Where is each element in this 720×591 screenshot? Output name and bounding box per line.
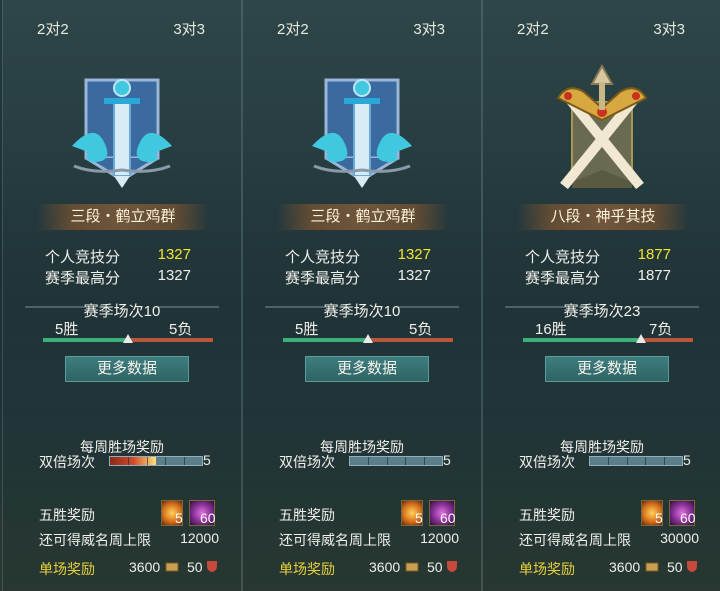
item2-count: 60: [200, 510, 216, 526]
item1-count: 5: [175, 510, 183, 526]
mode-tabs: 2对2 3对3: [483, 18, 720, 42]
double-count: 5: [203, 452, 211, 468]
tab-3v3[interactable]: 3对3: [173, 18, 205, 39]
tab-2v2[interactable]: 2对2: [277, 18, 309, 39]
single-reward-a: 3600: [609, 559, 641, 575]
personal-score-value: 1327: [397, 246, 431, 263]
season-matches: 赛季场次10: [323, 303, 401, 320]
losses-count: 5负: [169, 321, 193, 338]
blue-sword-banner-emblem-icon: [312, 78, 412, 188]
item1-count: 5: [415, 510, 423, 526]
season-high-value: 1877: [637, 267, 671, 284]
blue-sword-banner-emblem-icon: [72, 78, 172, 188]
double-progress-bar: [109, 456, 203, 466]
single-reward-b: 50: [667, 559, 683, 575]
fame-limit-value: 12000: [180, 530, 219, 546]
shield-icon: [687, 561, 697, 572]
fame-limit-label: 还可得威名周上限: [39, 532, 151, 548]
rank-name: 三段・鹤立鸡群: [277, 204, 449, 230]
win-portion: [43, 338, 128, 342]
double-matches-label: 双倍场次: [39, 454, 95, 470]
ratio-marker-icon: [123, 334, 133, 343]
rank-name: 八段・神乎其技: [517, 204, 689, 230]
double-progress-fill: [110, 457, 156, 465]
item2-count: 60: [680, 510, 696, 526]
five-win-reward-label: 五胜奖励: [519, 507, 575, 523]
single-reward-b: 50: [427, 559, 443, 575]
season-high-value: 1327: [157, 267, 191, 284]
item1-count: 5: [655, 510, 663, 526]
wins-count: 16胜: [535, 321, 567, 338]
tab-2v2[interactable]: 2对2: [517, 18, 549, 39]
tab-3v3[interactable]: 3对3: [413, 18, 445, 39]
arena-panel-3: 2对2 3对3 八段・神乎其技 个人竞技分 1877 赛季最高分 1877 赛季…: [482, 0, 720, 591]
five-win-reward-label: 五胜奖励: [279, 507, 335, 523]
arena-panel-1: 2对2 3对3 三段・鹤立鸡群 个人竞技分 1327 赛季最高分 1327 赛季…: [2, 0, 242, 591]
fame-limit-label: 还可得威名周上限: [519, 532, 631, 548]
personal-score-value: 1327: [157, 246, 191, 263]
golden-crossed-swords-emblem-icon: [556, 63, 648, 190]
more-data-button[interactable]: 更多数据: [545, 356, 669, 382]
ratio-marker-icon: [363, 334, 373, 343]
single-reward-a: 3600: [369, 559, 401, 575]
season-matches: 赛季场次23: [563, 303, 641, 320]
single-reward-label: 单场奖励: [39, 561, 95, 577]
season-matches: 赛季场次10: [83, 303, 161, 320]
losses-count: 5负: [409, 321, 433, 338]
double-progress-bar: [349, 456, 443, 466]
tab-3v3[interactable]: 3对3: [653, 18, 685, 39]
coin-icon: [165, 562, 179, 572]
ratio-marker-icon: [636, 334, 647, 343]
single-reward-label: 单场奖励: [279, 561, 335, 577]
double-matches-label: 双倍场次: [519, 454, 575, 470]
win-loss-bar: [523, 334, 693, 343]
wins-count: 5胜: [295, 321, 319, 338]
fame-limit-value: 12000: [420, 530, 459, 546]
rank-name: 三段・鹤立鸡群: [37, 204, 209, 230]
win-portion: [283, 338, 368, 342]
coin-icon: [405, 562, 419, 572]
tab-2v2[interactable]: 2对2: [37, 18, 69, 39]
win-portion: [523, 338, 642, 342]
wins-count: 5胜: [55, 321, 79, 338]
five-win-reward-label: 五胜奖励: [39, 507, 95, 523]
personal-score-label: 个人竞技分: [285, 249, 361, 266]
shield-icon: [447, 561, 457, 572]
double-count: 5: [443, 452, 451, 468]
personal-score-label: 个人竞技分: [45, 249, 121, 266]
mode-tabs: 2对2 3对3: [3, 18, 241, 42]
personal-score-value: 1877: [637, 246, 671, 263]
more-data-button[interactable]: 更多数据: [65, 356, 189, 382]
double-count: 5: [683, 452, 691, 468]
fame-limit-label: 还可得威名周上限: [279, 532, 391, 548]
season-high-value: 1327: [397, 267, 431, 284]
arena-panel-2: 2对2 3对3 三段・鹤立鸡群 个人竞技分 1327 赛季最高分 1327 赛季…: [242, 0, 482, 591]
season-high-label: 赛季最高分: [285, 270, 361, 287]
fame-limit-value: 30000: [660, 530, 699, 546]
mode-tabs: 2对2 3对3: [243, 18, 481, 42]
double-progress-bar: [589, 456, 683, 466]
shield-icon: [207, 561, 217, 572]
season-high-label: 赛季最高分: [45, 270, 121, 287]
season-high-label: 赛季最高分: [525, 270, 601, 287]
single-reward-b: 50: [187, 559, 203, 575]
personal-score-label: 个人竞技分: [525, 249, 601, 266]
single-reward-label: 单场奖励: [519, 561, 575, 577]
single-reward-a: 3600: [129, 559, 161, 575]
losses-count: 7负: [649, 321, 673, 338]
item2-count: 60: [440, 510, 456, 526]
double-matches-label: 双倍场次: [279, 454, 335, 470]
coin-icon: [645, 562, 659, 572]
win-loss-bar: [43, 334, 213, 343]
win-loss-bar: [283, 334, 453, 343]
more-data-button[interactable]: 更多数据: [305, 356, 429, 382]
